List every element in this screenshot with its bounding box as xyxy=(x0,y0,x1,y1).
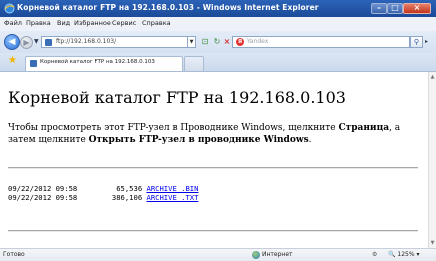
ie-logo-icon xyxy=(4,3,15,14)
search-icon: ⚲ xyxy=(413,38,420,46)
zoom-level[interactable]: 🔍 125% ▾ xyxy=(388,251,419,258)
internet-zone-icon xyxy=(252,251,260,259)
yandex-icon: Я xyxy=(236,38,244,46)
menu-favorites[interactable]: Избранное xyxy=(74,19,111,27)
minimize-button[interactable]: – xyxy=(371,3,387,14)
file-listing: 09/22/2012 09:58 65,536 ARCHIVE_.BIN 09/… xyxy=(8,184,198,202)
divider-top xyxy=(8,167,418,169)
close-button[interactable]: × xyxy=(403,3,431,14)
menu-view[interactable]: Вид xyxy=(57,19,70,27)
scroll-up-icon[interactable]: ▲ xyxy=(429,74,436,80)
window-title: Корневой каталог FTP на 192.168.0.103 - … xyxy=(17,3,319,12)
back-button[interactable]: ◀ xyxy=(4,34,20,50)
menu-bar: Файл Правка Вид Избранное Сервис Справка xyxy=(0,17,436,32)
forward-arrow-icon: ▶ xyxy=(23,38,30,47)
search-field[interactable]: Я Yandex xyxy=(232,36,410,48)
tab-label: Корневой каталог FTP на 192.168.0.103 xyxy=(40,59,155,65)
desc-text-1: Чтобы просмотреть этот FTP-узел в Провод… xyxy=(8,123,339,133)
menu-help[interactable]: Справка xyxy=(142,19,171,27)
tabs-bar: ★ Корневой каталог FTP на 192.168.0.103 xyxy=(0,53,436,72)
file-link-archive-txt[interactable]: ARCHIVE_.TXT xyxy=(147,193,199,202)
file-link-archive-bin[interactable]: ARCHIVE_.BIN xyxy=(147,184,199,193)
security-zone[interactable]: Интернет xyxy=(262,251,293,258)
search-button[interactable]: ⚲ xyxy=(410,36,423,48)
title-bar[interactable]: Корневой каталог FTP на 192.168.0.103 - … xyxy=(0,0,436,17)
scroll-down-icon[interactable]: ▼ xyxy=(429,240,436,246)
page-description: Чтобы просмотреть этот FTP-узел в Провод… xyxy=(8,122,418,146)
page-content: Корневой каталог FTP на 192.168.0.103 Чт… xyxy=(0,72,428,248)
status-bar: Готово Интернет ⚙ 🔍 125% ▾ xyxy=(0,248,436,261)
status-text: Готово xyxy=(3,251,25,258)
vertical-scrollbar[interactable]: ▲ ▼ xyxy=(428,72,436,248)
menu-file[interactable]: Файл xyxy=(4,19,22,27)
menu-edit[interactable]: Правка xyxy=(26,19,51,27)
address-dropdown-icon[interactable]: ▼ xyxy=(188,36,196,48)
maximize-button[interactable]: □ xyxy=(387,3,403,14)
divider-bottom xyxy=(8,230,418,232)
ie-window: Корневой каталог FTP на 192.168.0.103 - … xyxy=(0,0,436,261)
page-title: Корневой каталог FTP на 192.168.0.103 xyxy=(8,88,346,107)
search-options-icon[interactable]: ▸ xyxy=(425,38,428,45)
menu-tools[interactable]: Сервис xyxy=(112,19,136,27)
back-arrow-icon: ◀ xyxy=(8,37,16,47)
compat-view-icon[interactable]: ⊡ xyxy=(199,36,211,48)
favorites-star-icon[interactable]: ★ xyxy=(8,56,17,66)
protected-mode-icon[interactable]: ⚙ xyxy=(372,251,377,258)
search-placeholder: Yandex xyxy=(247,38,269,45)
file-row: 09/22/2012 09:58 386,106 ARCHIVE_.TXT xyxy=(8,193,199,202)
close-icon: × xyxy=(413,3,421,12)
history-dropdown-icon[interactable]: ▼ xyxy=(34,38,39,45)
desc-bold-open-ftp: Открыть FTP-узел в проводнике Windows xyxy=(88,135,309,145)
zoom-icon: 🔍 xyxy=(388,251,396,258)
desc-bold-page: Страница xyxy=(338,123,390,133)
tab-page-icon xyxy=(30,60,37,67)
address-field[interactable]: ftp://192.168.0.103/ xyxy=(41,36,188,48)
navigation-bar: ◀ ▶ ▼ ftp://192.168.0.103/ ▼ ⊡ ↻ × Я Yan… xyxy=(0,31,436,53)
forward-button[interactable]: ▶ xyxy=(20,36,33,49)
desc-text-3: . xyxy=(308,135,312,145)
tab-ftp-root[interactable]: Корневой каталог FTP на 192.168.0.103 xyxy=(25,56,183,71)
page-icon xyxy=(45,39,52,46)
address-url: ftp://192.168.0.103/ xyxy=(56,38,117,45)
maximize-icon: □ xyxy=(391,3,399,12)
new-tab-button[interactable] xyxy=(184,56,204,71)
file-row: 09/22/2012 09:58 65,536 ARCHIVE_.BIN xyxy=(8,184,199,193)
minimize-icon: – xyxy=(377,3,381,12)
